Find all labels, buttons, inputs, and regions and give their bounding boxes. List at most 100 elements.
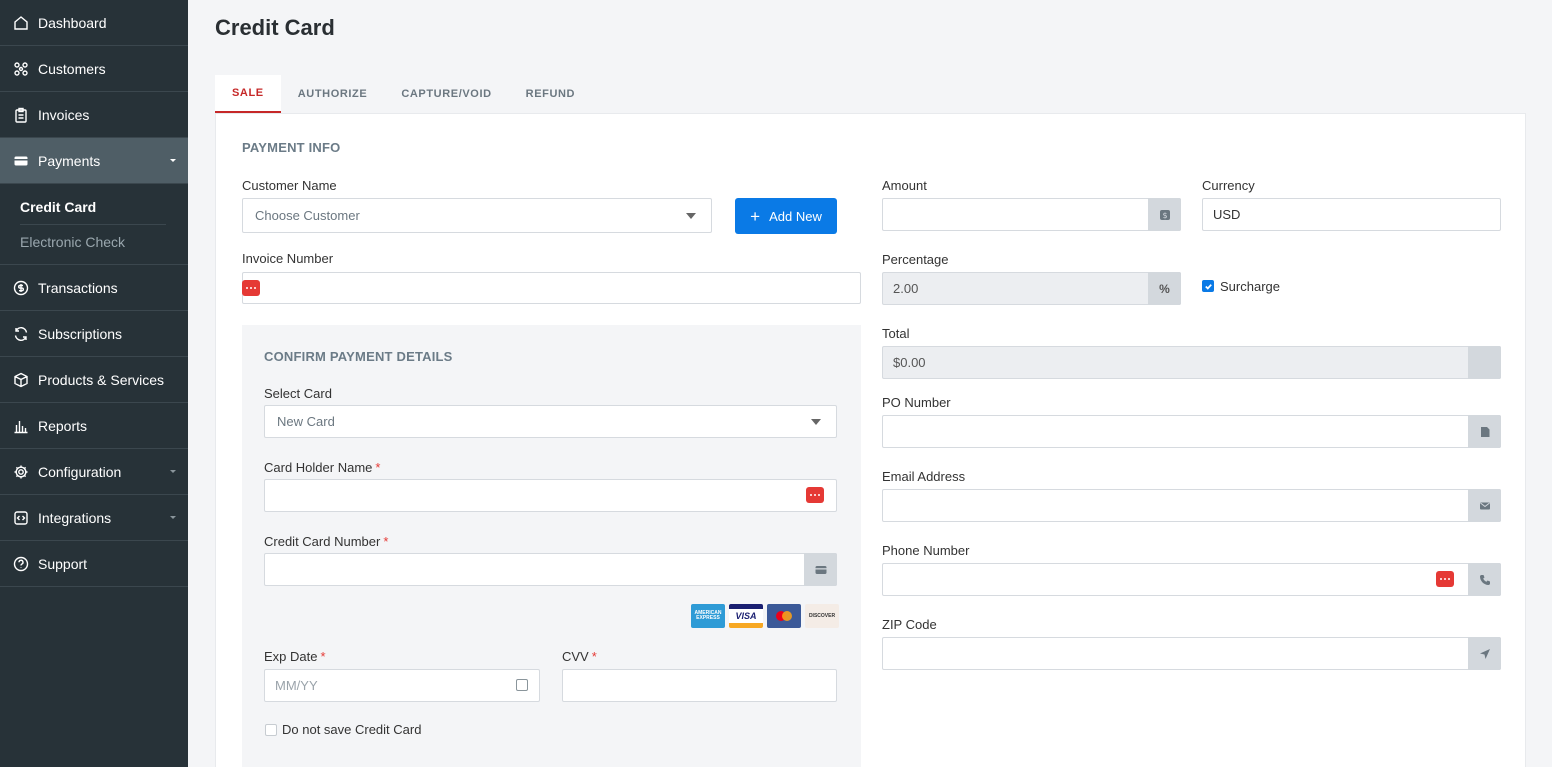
- customer-select[interactable]: Choose Customer: [242, 198, 712, 233]
- chevron-down-icon: [811, 419, 821, 425]
- visa-logo: VISA: [729, 604, 763, 628]
- gear-icon: [12, 463, 30, 481]
- amount-input[interactable]: $: [882, 198, 1181, 231]
- po-number-input[interactable]: [882, 415, 1501, 448]
- chevron-down-icon: [170, 515, 176, 519]
- code-icon: [12, 509, 30, 527]
- select-card-label: Select Card: [264, 386, 332, 401]
- calendar-icon[interactable]: [516, 679, 528, 691]
- svg-text:$: $: [1162, 211, 1167, 220]
- sidebar-item-label: Support: [38, 555, 88, 572]
- sidebar-item-label: Configuration: [38, 463, 122, 480]
- sidebar-item-label: Reports: [38, 417, 88, 434]
- sidebar-item-dashboard[interactable]: Dashboard: [0, 0, 188, 46]
- phone-addon: [1468, 563, 1501, 596]
- zip-input[interactable]: [882, 637, 1501, 670]
- po-addon: [1468, 415, 1501, 448]
- payment-card-panel: PAYMENT INFO Customer Name Choose Custom…: [215, 113, 1526, 767]
- cvv-label: CVV *: [562, 649, 597, 664]
- card-holder-input[interactable]: [264, 479, 837, 512]
- sidebar-item-transactions[interactable]: Transactions: [0, 265, 188, 311]
- phone-label: Phone Number: [882, 543, 970, 558]
- amount-addon: $: [1148, 198, 1181, 231]
- currency-label: Currency: [1202, 178, 1255, 193]
- cvv-input[interactable]: [562, 669, 837, 702]
- sidebar-item-label: Products & Services: [38, 371, 165, 388]
- do-not-save-label: Do not save Credit Card: [282, 722, 422, 737]
- dollar-icon: $: [1159, 209, 1170, 220]
- po-number-label: PO Number: [882, 395, 951, 410]
- percentage-value: 2.00: [893, 281, 919, 296]
- total-input[interactable]: $0.00: [882, 346, 1501, 379]
- add-new-customer-button[interactable]: + Add New: [735, 198, 837, 234]
- card-number-label: Credit Card Number *: [264, 534, 389, 549]
- confirm-payment-heading: CONFIRM PAYMENT DETAILS: [264, 349, 453, 364]
- tab-sale[interactable]: SALE: [215, 75, 281, 113]
- sidebar-item-subscriptions[interactable]: Subscriptions: [0, 311, 188, 357]
- document-icon: [1480, 426, 1489, 437]
- percentage-input[interactable]: 2.00 %: [882, 272, 1181, 305]
- tab-authorize[interactable]: AUTHORIZE: [281, 75, 385, 113]
- check-icon: [1204, 283, 1212, 290]
- surcharge-checkbox[interactable]: [1202, 280, 1214, 292]
- do-not-save-checkbox[interactable]: [265, 724, 277, 736]
- help-icon: [12, 555, 30, 573]
- total-addon: [1468, 346, 1501, 379]
- phone-input[interactable]: [882, 563, 1501, 596]
- page-title: Credit Card: [215, 15, 335, 40]
- subnav-electronic-check[interactable]: Electronic Check: [20, 225, 166, 260]
- select-card-dropdown[interactable]: New Card: [264, 405, 837, 438]
- card-brand-logos: AMERICAN EXPRESS VISA DISCOVER: [691, 604, 839, 628]
- payments-subnav: Credit Card Electronic Check: [0, 184, 188, 265]
- exp-date-placeholder: MM/YY: [275, 678, 318, 693]
- card-icon: [12, 152, 30, 170]
- discover-logo: DISCOVER: [805, 604, 839, 628]
- subnav-credit-card[interactable]: Credit Card: [20, 190, 166, 225]
- chevron-down-icon: [170, 158, 176, 162]
- mastercard-logo: [767, 604, 801, 628]
- sidebar-item-configuration[interactable]: Configuration: [0, 449, 188, 495]
- sidebar-item-support[interactable]: Support: [0, 541, 188, 587]
- percent-symbol: %: [1159, 281, 1170, 296]
- card-number-input[interactable]: [264, 553, 837, 586]
- email-input[interactable]: [882, 489, 1501, 522]
- password-manager-icon[interactable]: [242, 280, 260, 296]
- email-label: Email Address: [882, 469, 966, 484]
- box-icon: [12, 371, 30, 389]
- card-holder-label: Card Holder Name *: [264, 460, 381, 475]
- tab-capture-void[interactable]: CAPTURE/VOID: [384, 75, 508, 113]
- sidebar-item-payments[interactable]: Payments: [0, 138, 188, 184]
- sidebar-item-customers[interactable]: Customers: [0, 46, 188, 92]
- tab-bar: SALE AUTHORIZE CAPTURE/VOID REFUND: [215, 75, 592, 113]
- exp-date-input[interactable]: MM/YY: [264, 669, 540, 702]
- customers-icon: [12, 60, 30, 78]
- chevron-down-icon: [686, 213, 696, 219]
- email-addon: [1468, 489, 1501, 522]
- card-addon: [804, 553, 837, 586]
- sidebar: Dashboard Customers Invoices Payments Cr…: [0, 0, 188, 767]
- percent-addon: %: [1148, 272, 1181, 305]
- tab-refund[interactable]: REFUND: [509, 75, 592, 113]
- bar-chart-icon: [12, 417, 30, 435]
- clipboard-icon: [12, 106, 30, 124]
- invoice-number-label: Invoice Number: [242, 251, 334, 266]
- sidebar-item-products-services[interactable]: Products & Services: [0, 357, 188, 403]
- phone-icon: [1479, 574, 1490, 585]
- sidebar-item-label: Subscriptions: [38, 325, 123, 342]
- total-label: Total: [882, 326, 910, 341]
- sidebar-item-reports[interactable]: Reports: [0, 403, 188, 449]
- invoice-number-input[interactable]: [242, 272, 861, 304]
- currency-input[interactable]: USD: [1202, 198, 1501, 231]
- add-new-label: Add New: [769, 208, 822, 224]
- sidebar-item-label: Customers: [38, 60, 106, 77]
- sidebar-item-integrations[interactable]: Integrations: [0, 495, 188, 541]
- sidebar-item-label: Transactions: [38, 279, 118, 296]
- amex-logo: AMERICAN EXPRESS: [691, 604, 725, 628]
- password-manager-icon[interactable]: [1436, 571, 1454, 587]
- sidebar-item-label: Dashboard: [38, 14, 107, 31]
- dollar-icon: [12, 279, 30, 297]
- sidebar-item-invoices[interactable]: Invoices: [0, 92, 188, 138]
- zip-addon: [1468, 637, 1501, 670]
- password-manager-icon[interactable]: [806, 487, 824, 503]
- percentage-label: Percentage: [882, 252, 949, 267]
